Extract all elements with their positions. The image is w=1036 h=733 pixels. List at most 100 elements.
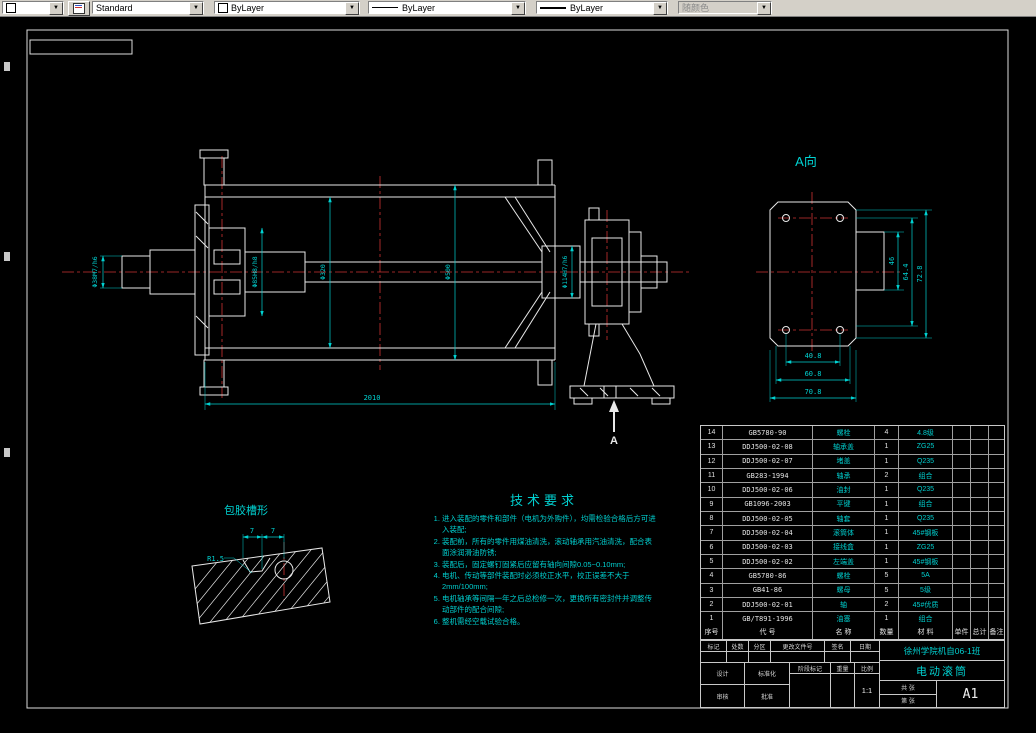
technical-requirements: 技术要求 进入装配的零件和部件（电机为外购件），均需检验合格后方可进入装配;装配… bbox=[430, 490, 658, 629]
lineweight-combo[interactable]: ByLayer ▼ bbox=[536, 1, 668, 15]
part-no: 1 bbox=[701, 612, 723, 626]
part-weight-total bbox=[971, 583, 989, 597]
table-header-cell: 备注 bbox=[989, 629, 1004, 637]
part-weight-unit bbox=[953, 612, 971, 626]
table-row: 6 DDJ500-02-03 接线盒 1 ZG25 bbox=[701, 540, 1004, 555]
part-no: 9 bbox=[701, 497, 723, 511]
part-no: 13 bbox=[701, 440, 723, 454]
part-code: DDJ500-02-03 bbox=[723, 540, 813, 554]
layer-combo[interactable]: ▼ bbox=[2, 1, 64, 15]
plotstyle-value: 随颜色 bbox=[682, 3, 710, 13]
chevron-down-icon[interactable]: ▼ bbox=[189, 2, 203, 15]
part-no: 5 bbox=[701, 554, 723, 569]
dim-label-shaft-end: Φ38M7/h6 bbox=[91, 256, 99, 287]
color-value: ByLayer bbox=[231, 2, 265, 13]
text-style-combo[interactable]: Standard ▼ bbox=[92, 1, 204, 15]
part-note bbox=[989, 584, 1004, 597]
dim-label-aview-overall: 70.8 bbox=[805, 388, 822, 396]
dim-label-hub-bore: Φ85H8/h8 bbox=[251, 256, 259, 287]
part-note bbox=[989, 483, 1004, 496]
part-no: 11 bbox=[701, 468, 723, 483]
part-material: 5A bbox=[899, 569, 953, 583]
dim-label-detail-radius: R1.5 bbox=[207, 555, 224, 563]
part-note bbox=[989, 541, 1004, 554]
chevron-down-icon[interactable]: ▼ bbox=[653, 2, 667, 15]
part-weight-total bbox=[971, 483, 989, 497]
part-name: 螺栓 bbox=[813, 569, 875, 583]
tech-title: 技术要求 bbox=[509, 493, 578, 508]
part-material: 45#优质 bbox=[899, 597, 953, 612]
table-row: 7 DDJ500-02-04 滚筒体 1 45#钢板 bbox=[701, 526, 1004, 541]
chevron-down-icon[interactable]: ▼ bbox=[49, 2, 63, 15]
part-weight-total bbox=[971, 612, 989, 626]
part-no: 12 bbox=[701, 454, 723, 468]
part-material: 组合 bbox=[899, 612, 953, 626]
label-stage-mark: 阶段标记 bbox=[790, 663, 831, 673]
title-block-name-area: 徐州学院机自06-1班 电动滚筒 共 张 第 张 A1 bbox=[880, 641, 1004, 707]
part-weight-total bbox=[971, 426, 989, 440]
label-check: 审核 bbox=[701, 685, 745, 707]
part-weight-total bbox=[971, 540, 989, 554]
tech-item: 电机轴承等间隔一年之后总检修一次，更换所有密封件并调整传动部件的配合间隙; bbox=[442, 594, 658, 616]
part-material: ZG25 bbox=[899, 440, 953, 454]
part-material: Q235 bbox=[899, 483, 953, 497]
dim-label-detail-2: 7 bbox=[271, 527, 275, 535]
sheet-size: A1 bbox=[962, 686, 979, 702]
layer-color-icon bbox=[6, 2, 16, 13]
label-signature: 签名 bbox=[825, 641, 851, 651]
chevron-down-icon[interactable]: ▼ bbox=[511, 2, 525, 15]
revision-empty-row bbox=[701, 652, 879, 663]
table-header-cell: 材 料 bbox=[899, 625, 953, 639]
table-row: 1 GB/T891-1996 油塞 1 组合 bbox=[701, 612, 1004, 626]
part-no: 14 bbox=[701, 426, 723, 440]
part-material: ZG25 bbox=[899, 540, 953, 554]
part-weight-total bbox=[971, 468, 989, 483]
part-qty: 1 bbox=[875, 526, 899, 540]
dim-label-overall: 2010 bbox=[364, 394, 381, 402]
linetype-combo[interactable]: ByLayer ▼ bbox=[368, 1, 526, 15]
tech-item: 装配前，所有的零件用煤油清洗，滚动轴承用汽油清洗，配合表面涂润滑油防锈; bbox=[442, 537, 658, 559]
part-qty: 1 bbox=[875, 554, 899, 569]
color-combo[interactable]: ByLayer ▼ bbox=[214, 1, 360, 15]
part-note bbox=[989, 555, 1004, 568]
part-note bbox=[989, 426, 1004, 439]
label-change-doc: 更改文件号 bbox=[771, 641, 825, 651]
part-weight-total bbox=[971, 597, 989, 612]
frame-tick bbox=[4, 252, 10, 261]
part-material: 组合 bbox=[899, 497, 953, 511]
part-qty: 1 bbox=[875, 540, 899, 554]
table-row: 2 DDJ500-02-01 轴 2 45#优质 bbox=[701, 597, 1004, 613]
label-weight: 重量 bbox=[831, 663, 855, 673]
label-approve: 批准 bbox=[760, 694, 773, 701]
table-row: 3 GB41-86 螺母 5 5级 bbox=[701, 583, 1004, 598]
weight-value bbox=[831, 674, 855, 707]
label-zone: 分区 bbox=[749, 641, 771, 651]
table-row: 13 DDJ500-02-08 轴承盖 1 ZG25 bbox=[701, 440, 1004, 455]
part-qty: 4 bbox=[875, 426, 899, 440]
tech-item: 装配后，固定螺钉固紧后应留有轴向间隙0.05~0.10mm; bbox=[442, 560, 658, 571]
dim-label-right-fit: Φ114H7/h6 bbox=[562, 255, 569, 288]
part-no: 2 bbox=[701, 597, 723, 612]
part-weight-unit bbox=[953, 526, 971, 540]
part-weight-unit bbox=[953, 569, 971, 583]
table-header-cell: 总计 bbox=[971, 625, 989, 639]
chevron-down-icon[interactable]: ▼ bbox=[345, 2, 359, 15]
drawing-title: 电动滚筒 bbox=[880, 661, 1004, 681]
part-code: DDJ500-02-07 bbox=[723, 454, 813, 468]
layer-properties-button[interactable] bbox=[68, 1, 90, 16]
dim-label-drum-outer: Φ500 bbox=[444, 264, 452, 280]
part-name: 堵盖 bbox=[813, 454, 875, 468]
part-code: GB5780-86 bbox=[723, 569, 813, 583]
part-weight-unit bbox=[953, 440, 971, 454]
part-name: 接线盒 bbox=[813, 540, 875, 554]
part-no: 6 bbox=[701, 540, 723, 554]
tech-item: 整机需经空载试验合格。 bbox=[442, 617, 658, 628]
label-sheet-no: 第 张 bbox=[901, 699, 915, 706]
part-material: 组合 bbox=[899, 468, 953, 483]
label-standardization: 标准化 bbox=[745, 663, 789, 685]
part-weight-unit bbox=[953, 497, 971, 511]
tech-item: 电机、传动等部件装配时必须校正水平，校正误差不大于2mm/100mm; bbox=[442, 571, 658, 593]
dim-label-aview-v3: 72.8 bbox=[916, 266, 924, 283]
title-block-revision-area: 标记 处数 分区 更改文件号 签名 日期 设计 标准化 审核 批准 阶段标记 重… bbox=[701, 641, 880, 707]
part-code: GB/T891-1996 bbox=[723, 612, 813, 626]
